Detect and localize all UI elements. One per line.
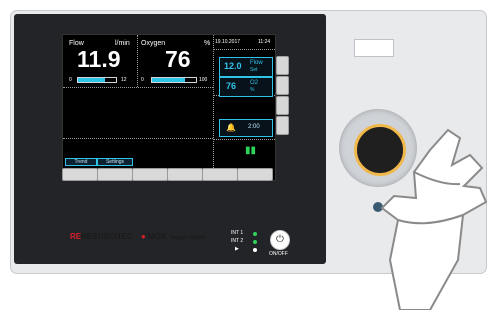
flow-bar: [77, 77, 117, 83]
date-text: 19.10.2017: [215, 39, 241, 45]
o2-set-value: 76: [226, 81, 237, 91]
flow-bar-fill: [78, 78, 106, 82]
int2-led: [253, 240, 257, 244]
bell-icon: 🔔: [226, 123, 236, 132]
onoff-label: ON/OFF: [269, 251, 288, 257]
grid-line: [213, 139, 275, 140]
flow-set-label: Flow: [250, 60, 263, 66]
tab-settings[interactable]: Settings: [97, 158, 133, 166]
power-button[interactable]: ⏻: [270, 230, 290, 250]
oxygen-unit: %: [204, 40, 211, 47]
flow-value: 11.9: [77, 46, 121, 72]
softkey-4[interactable]: [167, 168, 203, 181]
int1-label: INT 1: [231, 230, 244, 236]
side-key-2[interactable]: [276, 76, 289, 95]
plug-icon: ▶: [235, 246, 239, 252]
int2-label: INT 2: [231, 238, 244, 244]
alarm-timer-box[interactable]: 🔔 2:00: [219, 119, 273, 137]
power-led: [253, 248, 257, 252]
side-key-4[interactable]: [276, 116, 289, 135]
label-slot: [354, 39, 394, 57]
grid-line: [63, 138, 213, 139]
o2-set-sub: %: [250, 87, 255, 93]
display-screen: Flow l/min 11.9 0 12 Oxygen % 76 0 100 1…: [62, 34, 276, 181]
alarm-time: 2:00: [248, 124, 260, 130]
power-icon: ⏻: [276, 234, 284, 245]
grid-line: [213, 49, 275, 50]
tab-trend[interactable]: Trend: [65, 158, 97, 166]
oxygen-bar: [151, 77, 197, 83]
oxygen-value: 76: [165, 46, 191, 72]
int1-led: [253, 232, 257, 236]
grid-line: [137, 35, 138, 87]
softkey-6[interactable]: [237, 168, 273, 181]
flow-set-sub: Set: [250, 67, 258, 73]
softkey-2[interactable]: [97, 168, 133, 181]
flow-bar-min: 0: [69, 77, 72, 83]
o2-set-label: O2: [250, 80, 259, 86]
oxygen-bar-min: 0: [141, 77, 144, 83]
flow-bar-max: 12: [121, 77, 127, 83]
oxygen-bar-fill: [152, 78, 186, 82]
softkey-1[interactable]: [62, 168, 98, 181]
brand2-sub: oxygen supply: [170, 235, 206, 241]
o2-set-box[interactable]: 76 O2 %: [219, 77, 273, 97]
brand2-text: MOX: [148, 232, 167, 241]
oxygen-bar-max: 100: [199, 77, 208, 83]
softkey-3[interactable]: [132, 168, 168, 181]
brand-logo: RERESUSCITEC ● MOX oxygen supply: [70, 232, 206, 241]
oxygen-label: Oxygen: [141, 40, 166, 47]
brand-text: RESUSCITEC: [81, 232, 133, 241]
softkey-5[interactable]: [202, 168, 238, 181]
time-text: 11:24: [258, 39, 271, 45]
flow-set-value: 12.0: [224, 61, 242, 71]
side-key-3[interactable]: [276, 96, 289, 115]
flow-set-box[interactable]: 12.0 Flow Set: [219, 57, 273, 77]
grid-line: [63, 87, 213, 88]
side-key-1[interactable]: [276, 56, 289, 75]
cylinder-icon: ▮▮: [245, 145, 257, 156]
grid-line: [213, 35, 214, 180]
hand-illustration: [380, 128, 488, 310]
